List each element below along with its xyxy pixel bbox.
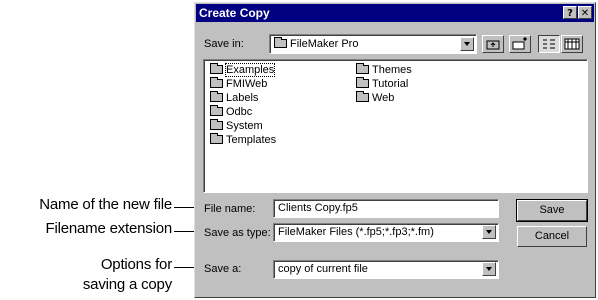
- chevron-down-icon[interactable]: [460, 37, 474, 51]
- save-as-type-dropdown[interactable]: FileMaker Files (*.fp5;*.fp3;*.fm): [273, 223, 499, 242]
- callout-options-line2: saving a copy: [82, 276, 172, 293]
- folder-icon: [210, 91, 223, 102]
- folder-icon: [274, 37, 287, 48]
- folder-icon: [210, 63, 223, 74]
- up-one-level-button[interactable]: [482, 35, 504, 53]
- callout-name-of-new-file: Name of the new file: [39, 196, 172, 213]
- save-a-value: copy of current file: [278, 263, 368, 275]
- folder-icon: [356, 91, 369, 102]
- details-view-button[interactable]: [561, 35, 583, 53]
- save-a-label: Save a:: [204, 263, 242, 275]
- save-in-value: FileMaker Pro: [290, 38, 359, 50]
- file-name-value: Clients Copy.fp5: [278, 202, 358, 214]
- help-button[interactable]: ?: [563, 6, 577, 19]
- list-item[interactable]: Examples: [210, 63, 276, 77]
- list-item[interactable]: Labels: [210, 91, 258, 105]
- list-view-button[interactable]: [538, 35, 560, 53]
- folder-icon: [210, 105, 223, 116]
- list-item[interactable]: Templates: [210, 133, 276, 147]
- callout-options-line1: Options for: [100, 256, 172, 273]
- file-name-input[interactable]: Clients Copy.fp5: [273, 199, 499, 218]
- save-in-label: Save in:: [204, 38, 244, 50]
- list-item[interactable]: Odbc: [210, 105, 252, 119]
- new-folder-button[interactable]: [509, 35, 531, 53]
- dialog-title: Create Copy: [199, 6, 270, 20]
- create-copy-dialog: Create Copy ? ✕ Save in: FileMaker Pro E…: [194, 2, 596, 298]
- up-folder-icon: [486, 40, 500, 50]
- callout-filename-extension: Filename extension: [45, 220, 173, 237]
- chevron-down-icon[interactable]: [482, 262, 496, 276]
- details-view-icon: [564, 38, 580, 50]
- file-name-label: File name:: [204, 203, 256, 215]
- cancel-button[interactable]: Cancel: [517, 226, 587, 247]
- callout-leader-name: [174, 207, 196, 208]
- list-view-icon: [543, 39, 555, 49]
- save-in-dropdown[interactable]: FileMaker Pro: [269, 34, 477, 54]
- list-item[interactable]: FMIWeb: [210, 77, 267, 91]
- folder-icon: [356, 77, 369, 88]
- callout-leader-extension: [174, 231, 196, 232]
- file-list[interactable]: Examples FMIWeb Labels Odbc System Templ…: [203, 59, 588, 193]
- folder-icon: [210, 119, 223, 130]
- folder-icon: [210, 77, 223, 88]
- close-button[interactable]: ✕: [578, 6, 592, 19]
- callout-leader-options: [174, 267, 196, 268]
- dialog-titlebar: Create Copy ? ✕: [196, 4, 594, 22]
- save-as-type-value: FileMaker Files (*.fp5;*.fp3;*.fm): [278, 226, 434, 238]
- folder-icon: [210, 133, 223, 144]
- save-a-dropdown[interactable]: copy of current file: [273, 260, 499, 279]
- list-item[interactable]: Web: [356, 91, 394, 105]
- list-item[interactable]: System: [210, 119, 263, 133]
- new-folder-icon: [512, 37, 527, 50]
- save-button[interactable]: Save: [516, 199, 588, 222]
- list-item[interactable]: Themes: [356, 63, 412, 77]
- folder-icon: [356, 63, 369, 74]
- chevron-down-icon[interactable]: [482, 225, 496, 239]
- list-item[interactable]: Tutorial: [356, 77, 408, 91]
- save-as-type-label: Save as type:: [204, 227, 271, 239]
